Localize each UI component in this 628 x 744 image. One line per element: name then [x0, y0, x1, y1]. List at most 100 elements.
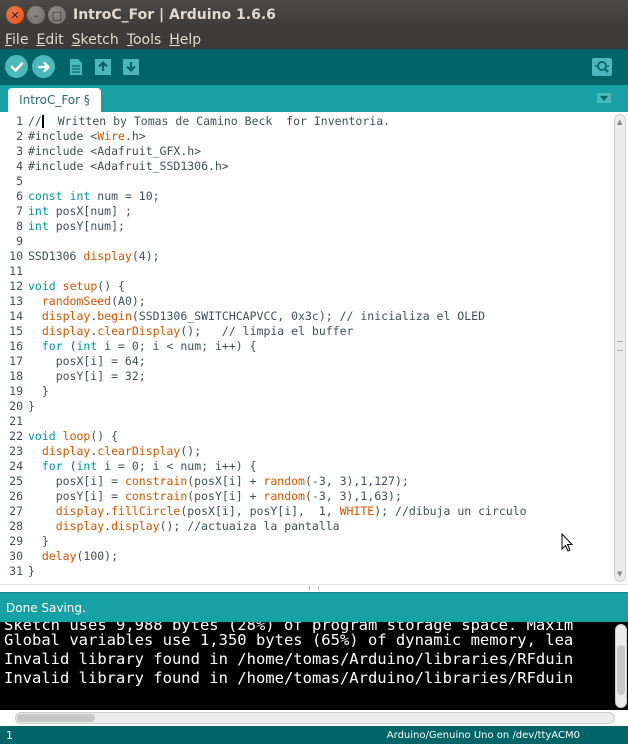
maximize-window-button[interactable]: □ — [48, 6, 66, 24]
code-line[interactable]: posX[i] = 64; — [28, 354, 612, 369]
footer-bar: 1 Arduino/Genuino Uno on /dev/ttyACM0 — [0, 726, 628, 744]
code-line[interactable]: void setup() { — [28, 279, 612, 294]
tab-bar: IntroC_For § — [0, 85, 628, 112]
menu-file[interactable]: File — [5, 32, 28, 48]
verify-icon — [10, 61, 23, 72]
line-number: 24 — [9, 459, 23, 473]
code-line[interactable]: delay(100); — [28, 549, 612, 564]
minimize-window-button[interactable]: – — [27, 6, 45, 24]
tab-menu-button[interactable] — [596, 91, 612, 105]
console-hscroll-thumb[interactable] — [17, 714, 95, 722]
code-line[interactable]: display.begin(SSD1306_SWITCHCAPVCC, 0x3c… — [28, 309, 612, 324]
code-line[interactable] — [28, 234, 612, 249]
scroll-down-icon[interactable]: ▼ — [617, 570, 622, 578]
code-line[interactable]: SSD1306 display(4); — [28, 249, 612, 264]
line-number: 16 — [9, 339, 23, 353]
console-output[interactable]: Sketch uses 9,988 bytes (28%) of program… — [0, 622, 628, 710]
upload-icon — [37, 61, 50, 72]
line-number: 3 — [16, 144, 23, 158]
code-line[interactable]: int posX[num] ; — [28, 204, 612, 219]
code-line[interactable]: int posY[num]; — [28, 219, 612, 234]
line-number: 25 — [9, 474, 23, 488]
code-line[interactable]: display.display(); //actuaiza la pantall… — [28, 519, 612, 534]
line-number: 12 — [9, 279, 23, 293]
status-bar: Done Saving. — [0, 592, 628, 622]
line-number: 22 — [9, 429, 23, 443]
line-number: 11 — [9, 264, 23, 278]
verify-button[interactable] — [5, 55, 28, 78]
save-button[interactable] — [119, 55, 142, 78]
line-number: 2 — [16, 129, 23, 143]
menu-edit[interactable]: Edit — [36, 32, 63, 48]
line-number: 19 — [9, 384, 23, 398]
code-line[interactable]: display.clearDisplay(); — [28, 444, 612, 459]
code-line[interactable]: #include <Adafruit_SSD1306.h> — [28, 159, 612, 174]
board-port-label: Arduino/Genuino Uno on /dev/ttyACM0 — [386, 730, 580, 741]
line-number: 20 — [9, 399, 23, 413]
splitter-grip[interactable] — [309, 586, 319, 590]
window-title: IntroC_For | Arduino 1.6.6 — [73, 7, 276, 23]
console-horizontal-bar — [0, 710, 628, 726]
scroll-up-icon[interactable]: ▲ — [617, 118, 622, 126]
open-button[interactable] — [91, 55, 114, 78]
close-window-button[interactable]: ✕ — [6, 6, 24, 24]
triangle-down-icon — [597, 93, 611, 103]
code-line[interactable]: randomSeed(A0); — [28, 294, 612, 309]
line-number: 30 — [9, 549, 23, 563]
toolbar — [0, 49, 628, 85]
code-line[interactable]: display.fillCircle(posX[i], posY[i], 1, … — [28, 504, 612, 519]
line-number: 6 — [16, 189, 23, 203]
code-line[interactable]: #include <Adafruit_GFX.h> — [28, 144, 612, 159]
line-number: 27 — [9, 504, 23, 518]
open-icon — [94, 58, 111, 75]
code-line[interactable]: } — [28, 399, 612, 414]
console-scroll-thumb[interactable] — [617, 645, 625, 695]
code-line[interactable]: const int num = 10; — [28, 189, 612, 204]
title-bar: ✕ – □ IntroC_For | Arduino 1.6.6 — [0, 0, 628, 30]
code-line[interactable]: display.clearDisplay(); // limpia el buf… — [28, 324, 612, 339]
code-line[interactable]: void loop() { — [28, 429, 612, 444]
line-number: 8 — [16, 219, 23, 233]
serial-monitor-button[interactable] — [590, 55, 613, 78]
line-number: 13 — [9, 294, 23, 308]
menu-tools[interactable]: Tools — [127, 32, 162, 48]
tab-introc-for[interactable]: IntroC_For § — [8, 88, 101, 112]
menu-bar: File Edit Sketch Tools Help — [0, 30, 628, 49]
scroll-grip[interactable] — [617, 341, 623, 351]
line-number: 4 — [16, 159, 23, 173]
line-number: 26 — [9, 489, 23, 503]
code-line[interactable]: posY[i] = constrain(posY[i] + random(-3,… — [28, 489, 612, 504]
code-line[interactable]: } — [28, 534, 612, 549]
code-area[interactable]: // Written by Tomas de Camino Beck for I… — [28, 114, 612, 579]
code-line[interactable]: // Written by Tomas de Camino Beck for I… — [28, 114, 612, 129]
code-line[interactable]: posY[i] = 32; — [28, 369, 612, 384]
line-number: 14 — [9, 309, 23, 323]
code-line[interactable] — [28, 414, 612, 429]
console-vertical-scrollbar[interactable] — [615, 624, 627, 708]
new-sketch-button[interactable] — [64, 55, 87, 78]
serial-monitor-icon — [591, 57, 612, 76]
line-number: 29 — [9, 534, 23, 548]
code-line[interactable]: } — [28, 564, 612, 579]
upload-button[interactable] — [32, 55, 55, 78]
code-line[interactable]: } — [28, 384, 612, 399]
line-number: 23 — [9, 444, 23, 458]
code-line[interactable]: for (int i = 0; i < num; i++) { — [28, 459, 612, 474]
new-icon — [69, 58, 82, 75]
console-horizontal-scrollbar[interactable] — [15, 712, 615, 724]
editor-vertical-scrollbar[interactable]: ▲ ▼ — [614, 114, 626, 582]
mouse-pointer-icon — [561, 533, 574, 552]
code-line[interactable]: posX[i] = constrain(posX[i] + random(-3,… — [28, 474, 612, 489]
code-line[interactable]: #include <Wire.h> — [28, 129, 612, 144]
pane-splitter[interactable] — [0, 584, 628, 592]
console-line: Invalid library found in /home/tomas/Ard… — [4, 650, 574, 668]
code-line[interactable] — [28, 264, 612, 279]
code-editor[interactable]: 1 2 3 4 5 6 7 8 9 10 11 12 13 14 15 16 17 18 19 20 21 22 23 24 2… — [0, 112, 628, 584]
menu-help[interactable]: Help — [169, 32, 201, 48]
menu-sketch[interactable]: Sketch — [72, 32, 119, 48]
console-line: Global variables use 1,350 bytes (65%) o… — [4, 631, 574, 649]
code-line[interactable]: for (int i = 0; i < num; i++) { — [28, 339, 612, 354]
line-number: 17 — [9, 354, 23, 368]
line-number: 5 — [16, 174, 23, 188]
code-line[interactable] — [28, 174, 612, 189]
